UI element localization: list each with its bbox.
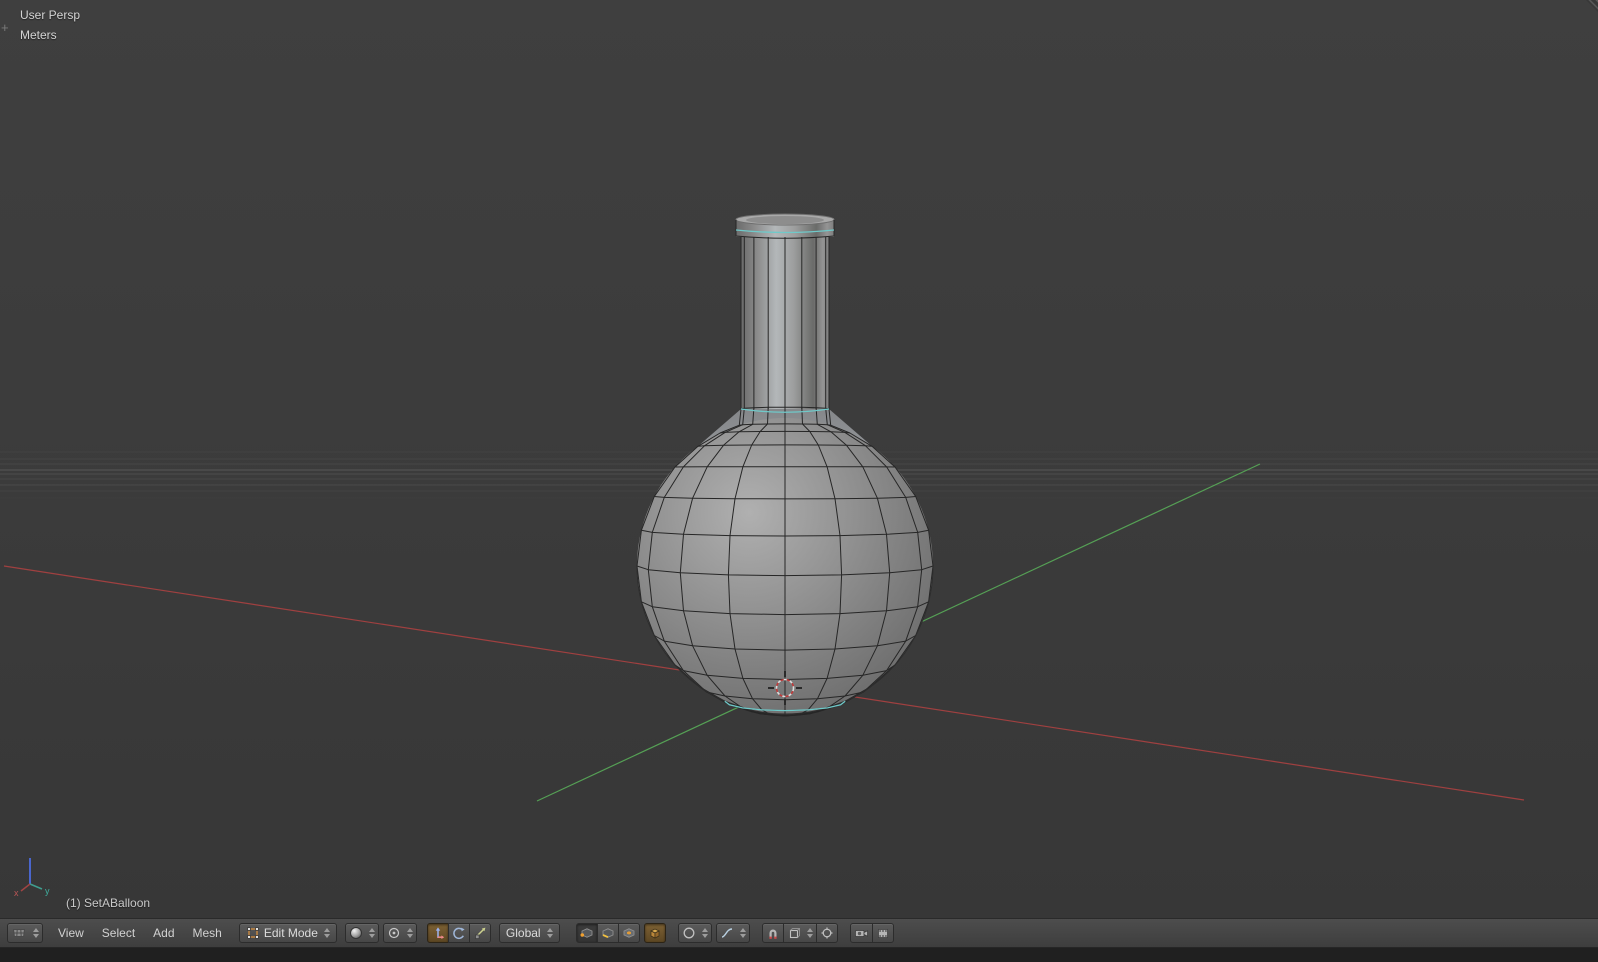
face-select-icon [623, 928, 635, 938]
3d-viewport[interactable]: yx User Persp Meters (1) SetABalloon + [0, 0, 1598, 918]
snap-group [761, 923, 838, 943]
edge-select-icon [602, 928, 614, 939]
limit-selection-to-visible-button[interactable] [643, 923, 666, 943]
scene-canvas: yx [0, 0, 1598, 918]
occlude-geometry-icon [649, 928, 660, 939]
viewport-header: View Select Add Mesh Edit Mode Global [0, 918, 1598, 948]
opengl-render-animation-button[interactable] [871, 923, 894, 943]
proportional-edit-dropdown[interactable] [677, 923, 712, 943]
manipulator-toggle-group [426, 923, 491, 943]
dropdown-arrows-icon [406, 928, 413, 938]
edge-select-button[interactable] [596, 923, 619, 943]
translate-manipulator-icon [435, 927, 445, 939]
window-bottom-edge [0, 948, 1598, 962]
pivot-median-icon [388, 927, 399, 939]
scale-manipulator-icon [474, 927, 486, 939]
proportional-edit-icon [683, 927, 695, 939]
dropdown-arrows-icon [368, 928, 375, 938]
dropdown-arrows-icon [546, 928, 553, 938]
magnet-icon [768, 929, 777, 939]
shading-solid-sphere-icon [349, 927, 362, 939]
toolbar-expand-handle[interactable]: + [1, 20, 9, 35]
edit-mode-icon [247, 927, 259, 939]
menu-mesh[interactable]: Mesh [184, 922, 231, 944]
menu-add[interactable]: Add [144, 922, 183, 944]
svg-text:x: x [14, 888, 19, 898]
orientation-dropdown[interactable]: Global [498, 923, 560, 943]
manipulator-scale-button[interactable] [468, 923, 491, 943]
snap-target-icon [821, 927, 833, 939]
film-clapper-icon [877, 929, 888, 938]
snap-toggle-button[interactable] [761, 923, 784, 943]
vertex-select-icon [580, 928, 593, 938]
object-info-label: (1) SetABalloon [66, 896, 151, 910]
unit-label: Meters [20, 28, 57, 42]
dropdown-arrows-icon [33, 928, 39, 938]
dropdown-arrows-icon [701, 928, 708, 938]
falloff-dropdown[interactable] [715, 923, 750, 943]
snap-increment-icon [789, 928, 800, 939]
editor-3d-view-icon [12, 929, 26, 937]
snap-element-dropdown[interactable] [782, 923, 817, 943]
mode-dropdown-label: Edit Mode [263, 926, 318, 940]
face-select-button[interactable] [617, 923, 640, 943]
mode-dropdown[interactable]: Edit Mode [238, 923, 337, 943]
rotate-manipulator-icon [453, 927, 465, 940]
view-name-label: User Persp [20, 8, 81, 22]
menu-select[interactable]: Select [93, 922, 144, 944]
dropdown-arrows-icon [323, 928, 330, 938]
dropdown-arrows-icon [806, 928, 813, 938]
svg-text:y: y [45, 886, 50, 896]
editor-type-button[interactable] [7, 923, 43, 943]
opengl-render-group [849, 923, 894, 943]
viewport-shading-dropdown[interactable] [344, 923, 379, 943]
pivot-point-dropdown[interactable] [382, 923, 417, 943]
vertex-select-button[interactable] [575, 923, 598, 943]
opengl-render-button[interactable] [849, 923, 873, 943]
blender-window: yx User Persp Meters (1) SetABalloon + V… [0, 0, 1598, 962]
snap-target-dropdown[interactable] [815, 923, 838, 943]
select-mode-group [575, 923, 640, 943]
orientation-label: Global [505, 926, 541, 940]
header-menubar: View Select Add Mesh [49, 922, 231, 944]
manipulator-rotate-button[interactable] [447, 923, 470, 943]
dropdown-arrows-icon [739, 928, 746, 938]
menu-view[interactable]: View [49, 922, 93, 944]
camera-icon [854, 930, 868, 937]
smooth-falloff-curve-icon [721, 928, 732, 938]
manipulator-translate-button[interactable] [426, 923, 449, 943]
